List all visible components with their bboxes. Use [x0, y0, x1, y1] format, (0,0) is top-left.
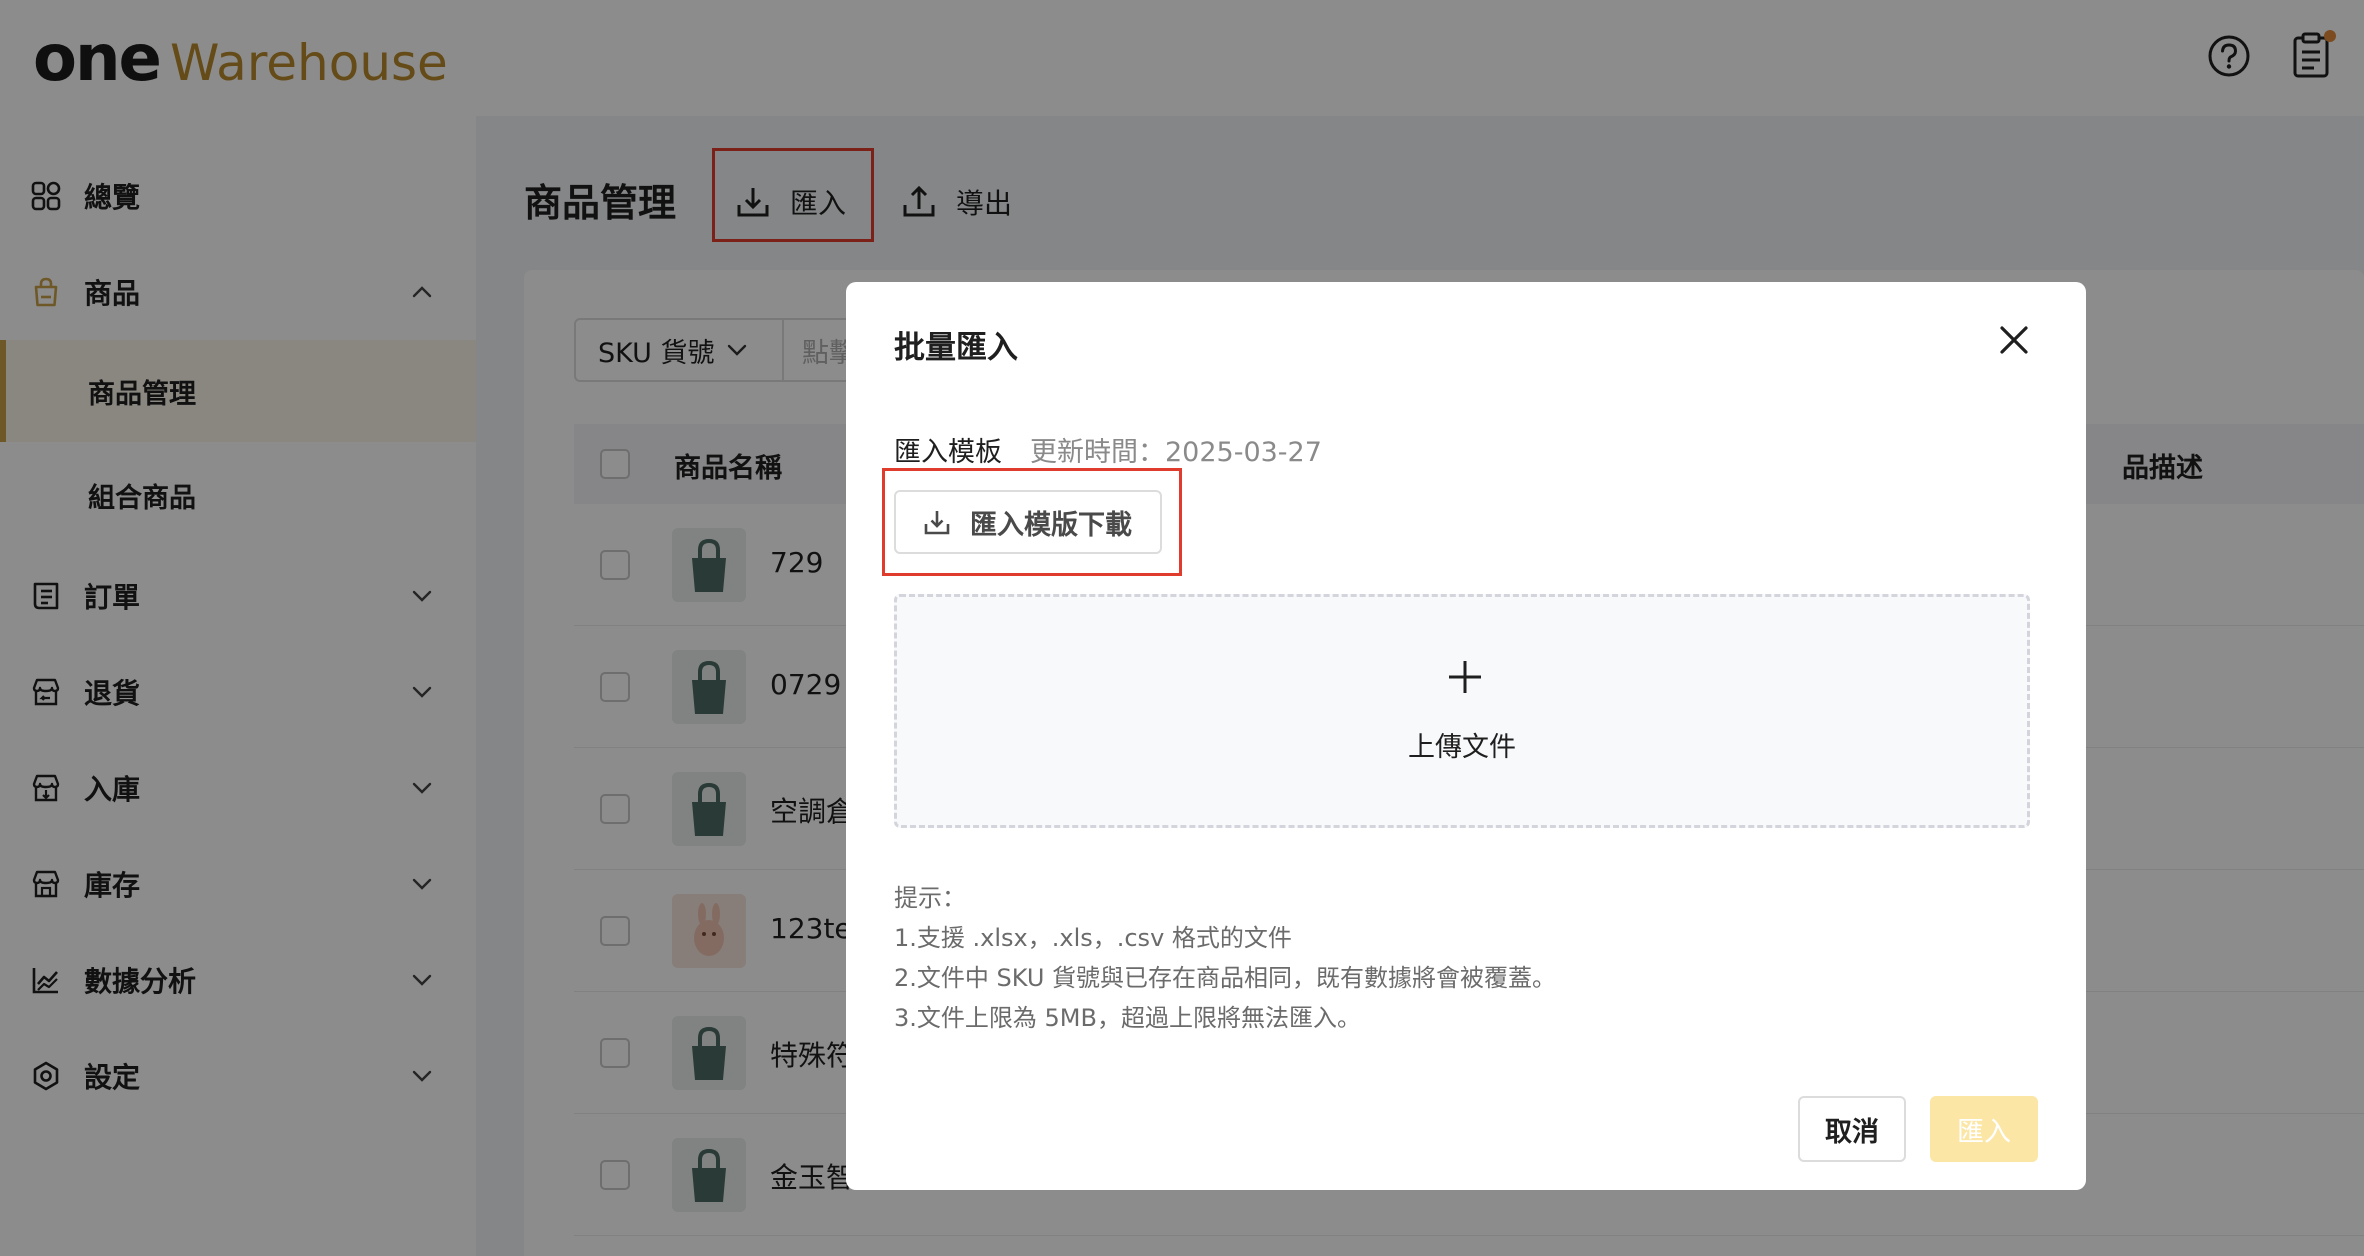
tips-line: 2.文件中 SKU 貨號與已存在商品相同，既有數據將會被覆蓋。	[894, 964, 1557, 992]
cancel-button[interactable]: 取消	[1798, 1096, 1906, 1162]
app-root: one Warehouse 總覽 商品 商品管理 組合商品 訂單 退貨 入庫 庫…	[0, 0, 2364, 1256]
updated-date: 2025-03-27	[1165, 437, 1322, 468]
tips-heading: 提示：	[894, 884, 966, 912]
tips-line: 3.文件上限為 5MB，超過上限將無法匯入。	[894, 1004, 1361, 1032]
download-icon	[924, 511, 950, 535]
tips-line: 1.支援 .xlsx，.xls，.csv 格式的文件	[894, 924, 1292, 952]
import-tips: 提示： 1.支援 .xlsx，.xls，.csv 格式的文件 2.文件中 SKU…	[894, 878, 1556, 1038]
template-updated-time: 更新時間：2025-03-27	[1030, 430, 1322, 469]
upload-dropzone[interactable]: 上傳文件	[894, 594, 2030, 828]
batch-import-dialog: 批量匯入 匯入模板 更新時間：2025-03-27 匯入模版下載 上傳文件 提示…	[846, 282, 2086, 1190]
upload-label: 上傳文件	[1408, 732, 1516, 763]
confirm-import-button[interactable]: 匯入	[1930, 1096, 2038, 1162]
download-template-label: 匯入模版下載	[970, 509, 1132, 541]
close-icon[interactable]	[1994, 320, 2034, 360]
dialog-title: 批量匯入	[894, 330, 1018, 366]
download-template-button[interactable]: 匯入模版下載	[894, 490, 1162, 554]
plus-icon	[1449, 661, 1481, 693]
template-label: 匯入模板	[894, 437, 1002, 468]
updated-prefix: 更新時間：	[1030, 437, 1165, 468]
